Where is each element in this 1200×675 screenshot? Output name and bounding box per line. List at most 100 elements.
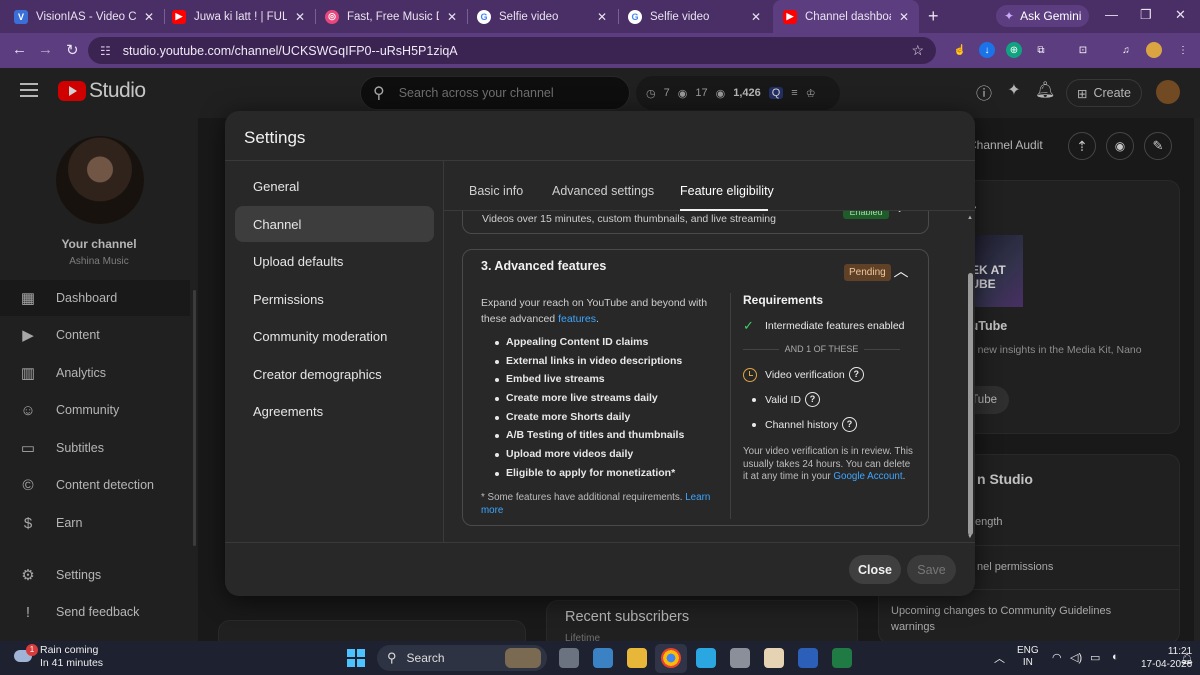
close-tab-icon[interactable]: ✕ (597, 10, 607, 24)
address-bar[interactable]: ☷ studio.youtube.com/channel/UCKSWGqIFP0… (88, 37, 936, 64)
close-tab-icon[interactable]: ✕ (751, 10, 761, 24)
checkmark-icon: ✓ (743, 318, 754, 333)
pending-clock-icon (743, 367, 757, 382)
list-item: Upload more videos daily (481, 445, 721, 464)
requirement-video-verification: Video verification ? (743, 367, 864, 382)
settings-nav-community-moderation[interactable]: Community moderation (235, 318, 434, 354)
forward-arrow-icon[interactable]: → (38, 41, 53, 58)
list-item: External links in video descriptions (481, 352, 721, 371)
requirements-heading: Requirements (743, 293, 824, 307)
language-indicator[interactable]: ENG IN (1017, 645, 1039, 669)
settings-nav-permissions[interactable]: Permissions (235, 281, 434, 317)
tab-feature-eligibility[interactable]: Feature eligibility (680, 184, 774, 198)
dialog-scrollbar[interactable]: ▲ ▼ (966, 211, 975, 542)
profile-avatar-icon[interactable] (1146, 42, 1162, 58)
intermediate-features-card[interactable]: Videos over 15 minutes, custom thumbnail… (462, 211, 929, 234)
browser-tab[interactable]: G Selfie video ✕ (467, 0, 617, 33)
dialog-title: Settings (244, 128, 306, 147)
battery-icon[interactable]: ▭ (1090, 651, 1100, 664)
scroll-up-arrow-icon[interactable]: ▲ (967, 215, 973, 221)
tab-basic-info[interactable]: Basic info (469, 184, 523, 198)
file-explorer-icon[interactable] (627, 648, 647, 668)
close-tab-icon[interactable]: ✕ (295, 10, 305, 24)
notification-badge: 1 (26, 644, 38, 656)
list-item: Appealing Content ID claims (481, 333, 721, 352)
app-icon[interactable] (730, 648, 750, 668)
chrome-icon[interactable] (661, 648, 681, 668)
youtube-favicon-icon: ▶ (783, 9, 797, 24)
store-icon[interactable] (593, 648, 613, 668)
bookmark-star-icon[interactable]: ☆ (911, 42, 924, 59)
features-list: Appealing Content ID claims External lin… (481, 333, 721, 483)
google-favicon-icon: G (477, 9, 491, 24)
tab-search-icon[interactable]: ⊡ (1075, 42, 1091, 58)
requirement-met: ✓ Intermediate features enabled (743, 318, 905, 333)
close-tab-icon[interactable]: ✕ (144, 10, 154, 24)
browser-tab-strip: V VisionIAS - Video Class ✕ ▶ Juwa ki la… (0, 0, 1200, 33)
reload-icon[interactable]: ↻ (66, 41, 79, 59)
chevron-down-icon[interactable]: ⌄ (895, 211, 904, 215)
browser-tab[interactable]: G Selfie video ✕ (618, 0, 771, 33)
wifi-icon[interactable]: ◠ (1052, 651, 1062, 664)
chevron-up-icon[interactable]: ︿ (891, 260, 911, 281)
ai-extension-icon[interactable]: ⊕ (1006, 42, 1022, 58)
help-question-icon[interactable]: ? (805, 392, 820, 407)
tab-advanced-settings[interactable]: Advanced settings (552, 184, 654, 198)
search-highlight-image (505, 648, 541, 668)
minimize-window-button[interactable]: — (1105, 7, 1118, 22)
help-question-icon[interactable]: ? (848, 367, 864, 382)
settings-nav-upload-defaults[interactable]: Upload defaults (235, 243, 434, 279)
volume-icon[interactable]: ◁) (1070, 651, 1082, 664)
ask-gemini-button[interactable]: ✦ Ask Gemini (996, 5, 1090, 27)
new-tab-button[interactable]: + (928, 6, 939, 27)
browser-menu-icon[interactable]: ⋮ (1175, 42, 1191, 58)
extension-icon[interactable]: ☝ (952, 42, 968, 58)
download-extension-icon[interactable]: ↓ (979, 42, 995, 58)
settings-nav-creator-demographics[interactable]: Creator demographics (235, 356, 434, 392)
media-control-icon[interactable]: ♫ (1118, 42, 1134, 58)
and-one-of-these-divider: AND 1 OF THESE (743, 344, 901, 354)
excel-icon[interactable] (832, 648, 852, 668)
settings-nav-general[interactable]: General (235, 168, 434, 204)
restore-window-button[interactable]: ❐ (1140, 7, 1152, 23)
save-button[interactable]: Save (907, 555, 956, 584)
google-favicon-icon: G (628, 9, 642, 24)
features-link[interactable]: features (558, 313, 596, 325)
list-item: Eligible to apply for monetization* (481, 464, 721, 483)
settings-dialog: Settings General Channel Upload defaults… (225, 111, 975, 596)
word-icon[interactable] (798, 648, 818, 668)
extensions-puzzle-icon[interactable]: ⧉ (1033, 42, 1049, 58)
notification-bell-icon[interactable]: 🔔︎ (1180, 652, 1194, 665)
gemini-sparkle-icon: ✦ (1004, 9, 1015, 23)
task-view-icon[interactable] (559, 648, 579, 668)
windows-taskbar: 1 Rain coming In 41 minutes ⚲ Search ︿ EN… (0, 641, 1200, 675)
app-tray-icon[interactable]: ◐ (1112, 651, 1119, 663)
app-icon[interactable] (764, 648, 784, 668)
browser-tab[interactable]: ◎ Fast, Free Music Distribu ✕ (315, 0, 467, 33)
help-question-icon[interactable]: ? (841, 417, 857, 432)
music-distribution-favicon-icon: ◎ (325, 9, 339, 24)
scroll-down-arrow-icon[interactable]: ▼ (967, 534, 973, 540)
app-icon[interactable] (696, 648, 716, 668)
browser-tab[interactable]: ▶ Juwa ki latt ! | FULL MO ✕ (162, 0, 315, 33)
close-tab-icon[interactable]: ✕ (899, 10, 909, 24)
taskbar-search[interactable]: ⚲ Search (377, 645, 547, 671)
settings-nav-agreements[interactable]: Agreements (235, 393, 434, 429)
list-item: Embed live streams (481, 370, 721, 389)
browser-tab-active[interactable]: ▶ Channel dashboard - Y ✕ (773, 0, 919, 33)
browser-toolbar: ← → ↻ ☷ studio.youtube.com/channel/UCKSW… (0, 33, 1200, 68)
close-tab-icon[interactable]: ✕ (447, 10, 457, 24)
enabled-badge: Enabled (843, 211, 889, 219)
google-account-link[interactable]: Google Account (833, 471, 902, 482)
requirement-channel-history: Channel history ? (743, 417, 857, 432)
chevron-up-icon[interactable]: ︿ (994, 650, 1005, 666)
windows-start-icon[interactable] (347, 649, 365, 667)
close-button[interactable]: Close (849, 555, 901, 584)
close-window-button[interactable]: ✕ (1175, 7, 1186, 23)
settings-nav-channel[interactable]: Channel (235, 206, 434, 242)
advanced-features-card: 3. Advanced features Pending ︿ Expand yo… (462, 249, 929, 526)
search-icon: ⚲ (387, 650, 397, 665)
site-info-icon[interactable]: ☷ (100, 44, 111, 58)
back-arrow-icon[interactable]: ← (12, 41, 27, 58)
browser-tab[interactable]: V VisionIAS - Video Class ✕ (4, 0, 164, 33)
